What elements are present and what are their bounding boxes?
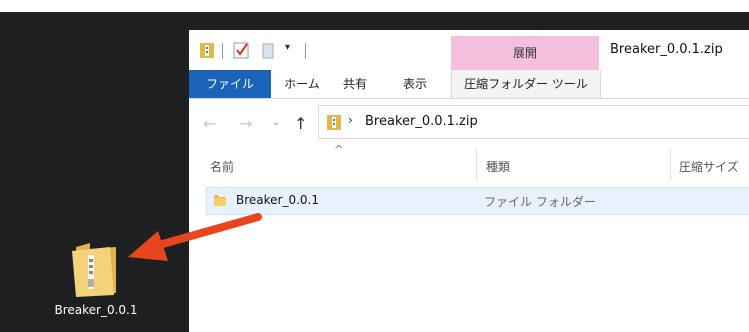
column-divider[interactable] [476, 149, 477, 181]
explorer-window: ▾ 展開 Breaker_0.0.1.zip ファイル ホーム 共有 表示 圧縮… [189, 30, 749, 332]
tab-view[interactable]: 表示 [393, 70, 437, 98]
column-divider[interactable] [670, 149, 671, 181]
sort-ascending-icon: ^ [334, 143, 344, 156]
annotation-arrow [128, 213, 262, 261]
column-compressed-size[interactable]: 圧縮サイズ [679, 158, 739, 175]
up-arrow-icon[interactable]: ↑ [294, 114, 307, 133]
recent-locations-chevron-icon[interactable]: ⌄ [272, 117, 280, 128]
address-bar[interactable]: › Breaker_0.0.1.zip [318, 105, 749, 139]
toolbar-separator [305, 43, 306, 59]
zip-folder-icon [72, 243, 116, 297]
tab-compressed-folder-tools[interactable]: 圧縮フォルダー ツール [451, 70, 601, 98]
forward-arrow-icon[interactable]: → [239, 114, 252, 133]
toolbar-separator [222, 43, 223, 59]
column-name[interactable]: 名前 [210, 158, 234, 175]
context-tab-extract[interactable]: 展開 [451, 44, 599, 61]
title-bar: ▾ 展開 Breaker_0.0.1.zip [189, 30, 749, 70]
zip-folder-icon [200, 43, 214, 58]
breadcrumb-chevron-icon[interactable]: › [348, 113, 353, 127]
row-file-type: ファイル フォルダー [484, 195, 596, 209]
zip-folder-icon [327, 115, 341, 130]
desktop-icon-label: Breaker_0.0.1 [54, 303, 138, 317]
quick-access-dropdown-icon[interactable]: ▾ [285, 42, 290, 62]
tab-share[interactable]: 共有 [335, 70, 375, 98]
tab-file[interactable]: ファイル [189, 70, 271, 98]
file-list-row[interactable]: Breaker_0.0.1 ファイル フォルダー [206, 187, 749, 215]
column-header: ^ 名前 種類 圧縮サイズ [189, 143, 749, 181]
back-arrow-icon[interactable]: ← [203, 114, 216, 133]
properties-check-icon[interactable] [233, 40, 251, 60]
ribbon-tabs: ファイル ホーム 共有 表示 圧縮フォルダー ツール [189, 70, 749, 99]
window-title: Breaker_0.0.1.zip [610, 42, 723, 57]
column-type[interactable]: 種類 [486, 158, 510, 175]
new-folder-icon[interactable] [261, 40, 275, 60]
tab-home[interactable]: ホーム [273, 70, 331, 98]
navigation-bar: ← → ⌄ ↑ › Breaker_0.0.1.zip [189, 99, 749, 145]
address-path: Breaker_0.0.1.zip [365, 114, 478, 129]
